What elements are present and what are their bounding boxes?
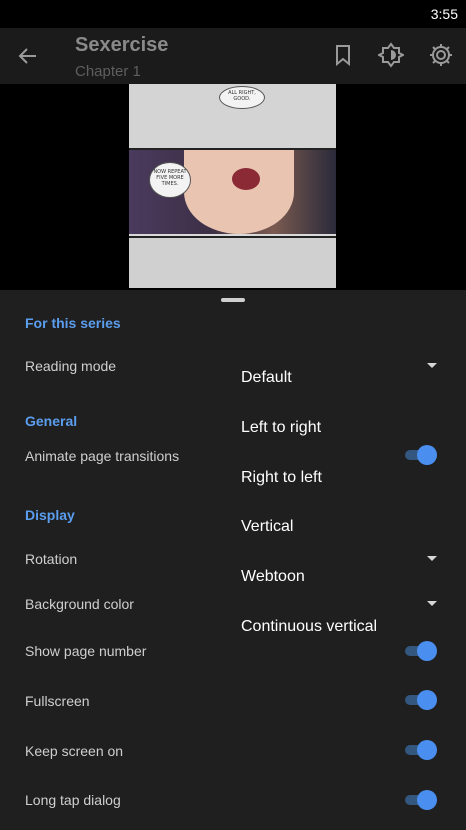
chevron-down-icon[interactable]	[427, 601, 437, 606]
reading-mode-label[interactable]: Reading mode	[25, 358, 116, 374]
reading-mode-option[interactable]: Vertical	[241, 518, 293, 536]
panel-top: ALL RIGHT, GOOD.	[129, 84, 336, 150]
settings-icon[interactable]	[428, 42, 454, 68]
manga-page-image: ALL RIGHT, GOOD. NOW REPEAT FIVE MORE TI…	[129, 84, 336, 288]
chevron-down-icon[interactable]	[427, 363, 437, 368]
chevron-down-icon[interactable]	[427, 556, 437, 561]
reader-page-view[interactable]: ALL RIGHT, GOOD. NOW REPEAT FIVE MORE TI…	[0, 84, 466, 290]
section-header-general: General	[25, 413, 78, 429]
reading-mode-option[interactable]: Left to right	[241, 419, 321, 437]
show-page-number-toggle[interactable]	[403, 639, 439, 663]
fullscreen-label: Fullscreen	[25, 693, 90, 709]
mouth-art	[232, 168, 260, 190]
back-arrow-icon[interactable]	[14, 42, 42, 70]
panel-middle: NOW REPEAT FIVE MORE TIMES.	[129, 150, 336, 234]
face-art	[184, 150, 294, 234]
drag-handle[interactable]	[221, 298, 245, 302]
background-color-label[interactable]: Background color	[25, 596, 134, 612]
keep-screen-on-toggle[interactable]	[403, 738, 439, 762]
show-page-number-label: Show page number	[25, 643, 147, 659]
section-header-series: For this series	[25, 315, 121, 331]
speech-bubble: ALL RIGHT, GOOD.	[219, 86, 265, 109]
fullscreen-toggle[interactable]	[403, 688, 439, 712]
app-bar: Sexercise Chapter 1	[0, 28, 466, 84]
section-header-display: Display	[25, 507, 75, 523]
animate-transitions-toggle[interactable]	[403, 443, 439, 467]
reading-mode-option[interactable]: Continuous vertical	[241, 618, 377, 636]
status-time: 3:55	[430, 6, 458, 22]
long-tap-dialog-label: Long tap dialog	[25, 792, 121, 808]
manga-title: Sexercise	[75, 34, 169, 56]
rotation-label[interactable]: Rotation	[25, 551, 77, 567]
animate-transitions-label: Animate page transitions	[25, 448, 180, 464]
status-bar: 3:55	[0, 0, 466, 28]
bookmark-icon[interactable]	[330, 42, 356, 68]
panel-bottom	[129, 236, 336, 288]
reading-mode-option[interactable]: Right to left	[241, 469, 322, 487]
title-block: Sexercise Chapter 1	[75, 34, 168, 80]
brightness-icon[interactable]	[376, 42, 406, 68]
reading-mode-option[interactable]: Webtoon	[241, 568, 305, 586]
chapter-title: Chapter 1	[75, 63, 141, 80]
keep-screen-on-label: Keep screen on	[25, 743, 124, 759]
speech-bubble: NOW REPEAT FIVE MORE TIMES.	[149, 162, 191, 198]
long-tap-dialog-toggle[interactable]	[403, 788, 439, 812]
reading-mode-option[interactable]: Default	[241, 369, 292, 387]
reader-settings-sheet: For this series Reading mode General Ani…	[0, 290, 466, 830]
